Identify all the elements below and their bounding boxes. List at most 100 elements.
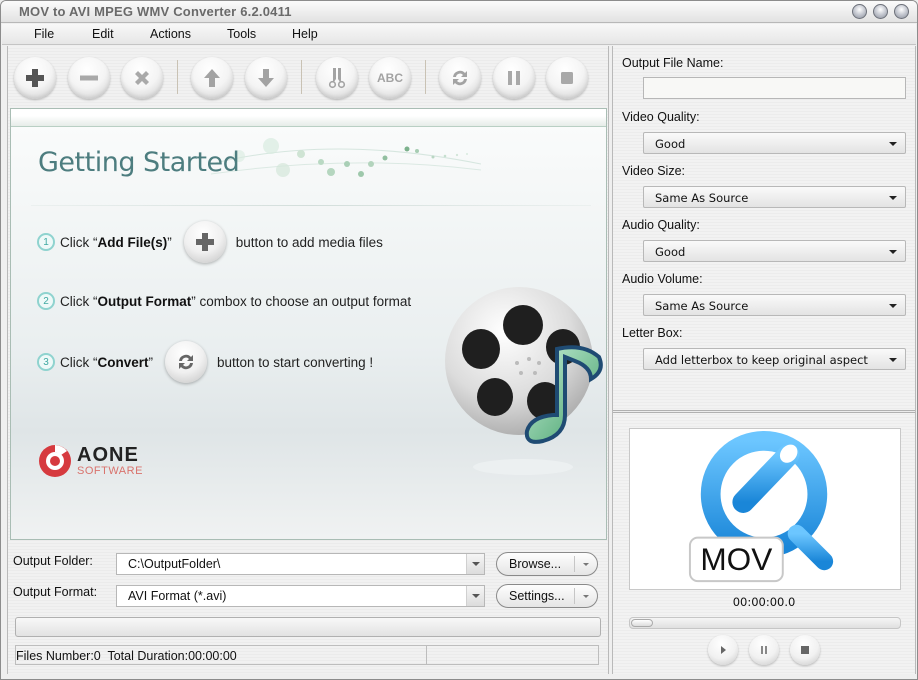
step-1: 1 Click “Add File(s)” button to add medi… — [37, 221, 383, 263]
output-folder-combo[interactable]: C:\OutputFolder\ — [116, 553, 485, 575]
step-prefix: Click “ — [60, 354, 98, 370]
trim-button[interactable] — [316, 57, 358, 99]
chevron-down-icon — [889, 196, 897, 200]
toolbar-separator — [425, 60, 426, 94]
minimize-button[interactable] — [852, 4, 867, 19]
file-list-header — [11, 109, 606, 127]
chevron-down-icon — [889, 304, 897, 308]
output-format-combo[interactable]: AVI Format (*.avi) — [116, 585, 485, 607]
audio-volume-value: Same As Source — [655, 299, 749, 313]
stop-button[interactable] — [546, 57, 588, 99]
step-keyword: Output Format — [97, 293, 192, 309]
status-text: Files Number:0 Total Duration:00:00:00 — [16, 649, 237, 663]
add-files-hint-button — [183, 221, 226, 263]
refresh-icon — [453, 70, 467, 86]
settings-panel: Output File Name: Video Quality: Good Vi… — [612, 46, 916, 674]
quicktime-mov-icon: MOV — [688, 430, 834, 583]
seek-thumb[interactable] — [631, 619, 653, 627]
x-icon — [135, 71, 149, 85]
output-format-value: AVI Format (*.avi) — [128, 589, 227, 603]
rename-button[interactable]: ABC — [369, 57, 411, 99]
audio-quality-value: Good — [655, 245, 686, 259]
video-quality-value: Good — [655, 137, 686, 151]
browse-label: Browse... — [509, 557, 562, 571]
chevron-down-icon — [889, 358, 897, 362]
button-separator — [574, 588, 575, 604]
add-files-button[interactable] — [14, 57, 56, 99]
audio-quality-label: Audio Quality: — [622, 218, 700, 232]
logo-subtitle: SOFTWARE — [77, 465, 143, 477]
arrow-down-icon — [258, 69, 274, 87]
output-folder-label: Output Folder: — [13, 554, 93, 568]
step-number: 1 — [37, 233, 55, 251]
menu-edit[interactable]: Edit — [92, 27, 114, 41]
close-button[interactable] — [894, 4, 909, 19]
output-format-dropdown-icon[interactable] — [466, 586, 484, 606]
app-window: MOV to AVI MPEG WMV Converter 6.2.0411 F… — [0, 0, 918, 680]
output-folder-dropdown-icon[interactable] — [466, 554, 484, 574]
plus-icon — [26, 69, 44, 87]
letter-box-select[interactable]: Add letterbox to keep original aspect — [643, 348, 906, 370]
step-prefix: Click “ — [60, 293, 98, 309]
step-number: 3 — [37, 353, 55, 371]
step-suffix: ” — [148, 354, 154, 370]
chevron-down-icon[interactable] — [583, 595, 589, 598]
preview-badge: MOV — [700, 541, 772, 577]
aone-logo-mark-icon — [39, 445, 71, 477]
pause-icon — [508, 71, 520, 85]
step-prefix: Click “ — [60, 234, 98, 250]
toolbar-separator — [177, 60, 178, 94]
chevron-down-icon — [889, 142, 897, 146]
step-keyword: Convert — [97, 354, 149, 370]
preview-pause-button[interactable] — [749, 635, 779, 665]
output-format-label: Output Format: — [13, 585, 98, 599]
maximize-button[interactable] — [873, 4, 888, 19]
arrow-up-icon — [204, 69, 220, 87]
chevron-down-icon[interactable] — [583, 563, 589, 566]
letter-box-value: Add letterbox to keep original aspect — [655, 353, 868, 367]
step-suffix: ” combox to choose an output format — [191, 293, 412, 309]
preview-seek-bar[interactable] — [629, 617, 901, 629]
audio-volume-label: Audio Volume: — [622, 272, 703, 286]
pause-button[interactable] — [493, 57, 535, 99]
menu-help[interactable]: Help — [292, 27, 318, 41]
output-file-name-label: Output File Name: — [622, 56, 724, 70]
title-bar[interactable]: MOV to AVI MPEG WMV Converter 6.2.0411 — [1, 1, 917, 23]
video-quality-select[interactable]: Good — [643, 132, 906, 154]
pause-icon — [761, 646, 767, 654]
remove-button[interactable] — [68, 57, 110, 99]
toolbar-separator — [301, 60, 302, 94]
divider — [31, 205, 591, 206]
step-number: 2 — [37, 292, 55, 310]
browse-button[interactable]: Browse... — [496, 552, 598, 576]
audio-volume-select[interactable]: Same As Source — [643, 294, 906, 316]
plus-icon — [195, 233, 214, 251]
play-button[interactable] — [708, 635, 738, 665]
panel-divider — [613, 410, 915, 413]
settings-button[interactable]: Settings... — [496, 584, 598, 608]
output-file-name-input[interactable] — [643, 77, 906, 99]
video-size-label: Video Size: — [622, 164, 686, 178]
minus-icon — [80, 75, 98, 81]
menu-file[interactable]: File — [34, 27, 54, 41]
left-panel: ABC Getting Started 1 Click “ Add File(s… — [7, 46, 609, 674]
move-down-button[interactable] — [245, 57, 287, 99]
menu-tools[interactable]: Tools — [227, 27, 256, 41]
step-2: 2 Click “Output Format” combox to choose… — [37, 292, 411, 310]
output-folder-value: C:\OutputFolder\ — [128, 557, 221, 571]
menu-actions[interactable]: Actions — [150, 27, 191, 41]
preview-stop-button[interactable] — [790, 635, 820, 665]
step-keyword: Add File(s) — [97, 234, 168, 250]
step-3: 3 Click “Convert” button to start conver… — [37, 341, 373, 383]
video-size-select[interactable]: Same As Source — [643, 186, 906, 208]
getting-started-panel: Getting Started 1 Click “Add File(s)” bu… — [10, 108, 607, 540]
move-up-button[interactable] — [191, 57, 233, 99]
preview-window: MOV — [629, 428, 901, 590]
stop-icon — [561, 72, 573, 84]
audio-quality-select[interactable]: Good — [643, 240, 906, 262]
window-controls — [852, 4, 909, 19]
video-quality-label: Video Quality: — [622, 110, 700, 124]
convert-button[interactable] — [439, 57, 481, 99]
clear-button[interactable] — [121, 57, 163, 99]
step-description: button to add media files — [235, 234, 383, 250]
